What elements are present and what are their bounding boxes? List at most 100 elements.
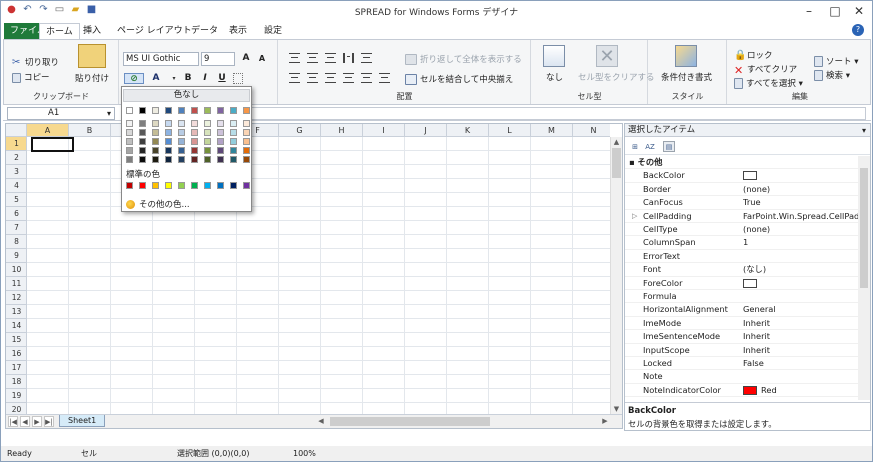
property-value[interactable]: (none)	[743, 223, 858, 236]
tab-data[interactable]: データ	[185, 23, 224, 39]
close-button[interactable]: ✕	[847, 3, 871, 19]
row-header-14[interactable]: 14	[6, 319, 26, 333]
property-value[interactable]: General	[743, 303, 858, 316]
underline-button[interactable]: U	[216, 73, 228, 84]
property-row[interactable]: ▷ CellPadding FarPoint.Win.Spread.CellPad	[625, 210, 858, 223]
maximize-button[interactable]: □	[823, 3, 847, 19]
row-header-13[interactable]: 13	[6, 305, 26, 319]
more-colors-button[interactable]: その他の色...	[126, 198, 190, 210]
copy-button[interactable]: コピー	[12, 71, 50, 83]
property-row[interactable]: InputScope Inherit	[625, 344, 858, 357]
property-value[interactable]: Inherit	[743, 344, 858, 357]
scroll-right-icon[interactable]: ▶	[600, 416, 610, 426]
theme-shade-swatch[interactable]	[126, 120, 133, 127]
row-header-11[interactable]: 11	[6, 277, 26, 291]
theme-shade-swatch[interactable]	[165, 147, 172, 154]
next-sheet-icon[interactable]: ▶	[32, 416, 42, 427]
back-color-button[interactable]: ⊘	[124, 73, 144, 84]
standard-color-swatch[interactable]	[139, 182, 146, 189]
property-panel-header[interactable]: 選択したアイテム	[625, 124, 870, 137]
theme-shade-swatch[interactable]	[217, 138, 224, 145]
theme-shade-swatch[interactable]	[243, 120, 250, 127]
theme-shade-swatch[interactable]	[152, 120, 159, 127]
theme-shade-swatch[interactable]	[126, 156, 133, 163]
theme-shade-swatch[interactable]	[178, 138, 185, 145]
theme-shade-swatch[interactable]	[230, 138, 237, 145]
expand-icon[interactable]: ▷	[632, 210, 637, 223]
property-value[interactable]: 1	[743, 236, 858, 249]
first-sheet-icon[interactable]: |◀	[8, 416, 18, 427]
theme-color-swatch[interactable]	[230, 107, 237, 114]
property-row[interactable]: BackColor	[625, 169, 858, 183]
property-value[interactable]: False	[743, 357, 858, 370]
scroll-down-icon[interactable]: ▼	[611, 404, 622, 414]
align-middle-icon[interactable]	[307, 53, 318, 63]
cut-button[interactable]: ✂ 切り取り	[12, 56, 59, 68]
row-header-5[interactable]: 5	[6, 193, 26, 207]
theme-shade-swatch[interactable]	[165, 138, 172, 145]
align-top-icon[interactable]	[289, 53, 300, 63]
standard-color-swatch[interactable]	[152, 182, 159, 189]
column-header-h[interactable]: H	[321, 124, 363, 136]
theme-color-swatch[interactable]	[191, 107, 198, 114]
theme-shade-swatch[interactable]	[217, 156, 224, 163]
row-header-4[interactable]: 4	[6, 179, 26, 193]
theme-shade-swatch[interactable]	[139, 129, 146, 136]
standard-color-swatch[interactable]	[217, 182, 224, 189]
property-row[interactable]: CanFocus True	[625, 196, 858, 210]
shrink-font-icon[interactable]: A	[256, 53, 268, 64]
theme-shade-swatch[interactable]	[152, 147, 159, 154]
row-header-18[interactable]: 18	[6, 375, 26, 389]
property-row[interactable]: NoteIndicatorPosition TopRight	[625, 397, 858, 400]
theme-color-swatch[interactable]	[243, 107, 250, 114]
theme-shade-swatch[interactable]	[191, 138, 198, 145]
horizontal-scroll-thumb[interactable]	[330, 417, 490, 426]
sort-button[interactable]: ソート ▾	[814, 55, 858, 67]
distribute-horizontal-icon[interactable]	[361, 73, 372, 83]
property-value[interactable]: (none)	[743, 183, 858, 196]
theme-shade-swatch[interactable]	[204, 138, 211, 145]
property-value[interactable]: Inherit	[743, 317, 858, 330]
column-header-i[interactable]: I	[363, 124, 405, 136]
font-name-combo[interactable]: MS UI Gothic	[123, 52, 199, 66]
theme-shade-swatch[interactable]	[230, 120, 237, 127]
theme-color-swatch[interactable]	[204, 107, 211, 114]
italic-button[interactable]: I	[199, 73, 211, 84]
row-header-8[interactable]: 8	[6, 235, 26, 249]
align-bottom-icon[interactable]	[325, 53, 336, 63]
theme-shade-swatch[interactable]	[178, 147, 185, 154]
standard-color-swatch[interactable]	[165, 182, 172, 189]
celltype-none-button[interactable]: なし	[546, 71, 563, 83]
clipboard-icon[interactable]	[78, 44, 106, 68]
row-header-1[interactable]: 1	[6, 137, 26, 151]
tab-insert[interactable]: 挿入	[77, 23, 107, 39]
theme-shade-swatch[interactable]	[204, 156, 211, 163]
select-all-button[interactable]: すべてを選択 ▾	[734, 77, 803, 89]
property-scrollbar[interactable]	[858, 156, 870, 400]
property-value[interactable]: Inherit	[743, 330, 858, 343]
column-header-j[interactable]: J	[405, 124, 447, 136]
theme-shade-swatch[interactable]	[139, 138, 146, 145]
row-header-12[interactable]: 12	[6, 291, 26, 305]
column-header-g[interactable]: G	[279, 124, 321, 136]
theme-shade-swatch[interactable]	[165, 120, 172, 127]
bold-button[interactable]: B	[182, 73, 194, 84]
tab-home[interactable]: ホーム	[39, 23, 80, 40]
theme-shade-swatch[interactable]	[217, 120, 224, 127]
theme-shade-swatch[interactable]	[243, 156, 250, 163]
theme-shade-swatch[interactable]	[126, 147, 133, 154]
property-row[interactable]: ErrorText	[625, 250, 858, 264]
column-header-b[interactable]: B	[69, 124, 111, 136]
property-row[interactable]: ForeColor	[625, 277, 858, 290]
fore-color-button[interactable]: A	[150, 73, 162, 84]
theme-shade-swatch[interactable]	[126, 129, 133, 136]
conditional-format-icon[interactable]	[675, 45, 697, 67]
vertical-justify-icon[interactable]	[361, 53, 372, 63]
row-header-9[interactable]: 9	[6, 249, 26, 263]
wrap-text-button[interactable]: 折り返して全体を表示する	[405, 53, 522, 65]
theme-shade-swatch[interactable]	[230, 147, 237, 154]
column-header-a[interactable]: A	[27, 124, 69, 136]
row-header-16[interactable]: 16	[6, 347, 26, 361]
minimize-button[interactable]: –	[797, 3, 821, 19]
property-row[interactable]: ColumnSpan 1	[625, 236, 858, 250]
